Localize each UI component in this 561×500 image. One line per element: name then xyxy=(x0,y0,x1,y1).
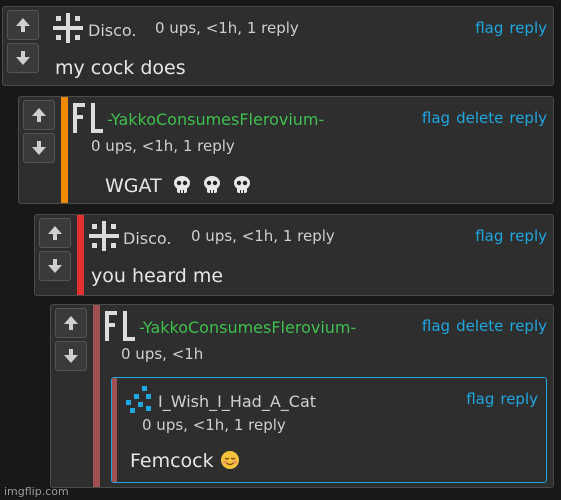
downvote-button[interactable] xyxy=(55,341,87,371)
username[interactable]: Disco. xyxy=(123,229,172,248)
reply-link[interactable]: reply xyxy=(509,317,547,335)
arrow-down-icon xyxy=(64,349,78,363)
avatar[interactable] xyxy=(126,386,154,418)
avatar[interactable] xyxy=(105,311,137,345)
upvote-button[interactable] xyxy=(23,100,55,130)
arrow-up-icon xyxy=(16,18,30,32)
vote-column xyxy=(3,7,43,85)
arrow-up-icon xyxy=(48,226,62,240)
comment-text: Femcock xyxy=(130,450,214,472)
thread-stripe xyxy=(77,215,84,295)
comment-text: you heard me xyxy=(91,265,224,287)
skull-icon xyxy=(233,176,250,193)
flag-link[interactable]: flag xyxy=(475,19,503,37)
comment-5: I_Wish_I_Had_A_Cat flag reply 0 ups, <1h,… xyxy=(111,377,547,483)
flag-link[interactable]: flag xyxy=(466,390,494,408)
comment-4: -YakkoConsumesFlerovium- flag delete reply… xyxy=(50,304,554,488)
comment-actions: flag delete reply xyxy=(416,109,547,127)
comment-2: -YakkoConsumesFlerovium- flag delete reply… xyxy=(18,96,554,204)
upvote-button[interactable] xyxy=(39,218,71,248)
upvote-button[interactable] xyxy=(7,10,39,40)
vote-column xyxy=(19,97,59,203)
downvote-button[interactable] xyxy=(23,133,55,163)
downvote-button[interactable] xyxy=(39,251,71,281)
comment-meta: 0 ups, <1h xyxy=(121,345,204,363)
flag-link[interactable]: flag xyxy=(422,317,450,335)
downvote-button[interactable] xyxy=(7,43,39,73)
comment-meta: 0 ups, <1h, 1 reply xyxy=(155,19,299,37)
delete-link[interactable]: delete xyxy=(456,317,503,335)
username[interactable]: -YakkoConsumesFlerovium- xyxy=(107,110,324,129)
reply-link[interactable]: reply xyxy=(509,19,547,37)
avatar[interactable] xyxy=(73,103,105,137)
username[interactable]: -YakkoConsumesFlerovium- xyxy=(139,318,356,337)
flag-link[interactable]: flag xyxy=(475,227,503,245)
arrow-up-icon xyxy=(64,316,78,330)
avatar[interactable] xyxy=(53,13,83,47)
comment-meta: 0 ups, <1h, 1 reply xyxy=(191,227,335,245)
reply-link[interactable]: reply xyxy=(509,109,547,127)
comment-actions: flag delete reply xyxy=(416,317,547,335)
comment-1: Disco. 0 ups, <1h, 1 reply flag reply my … xyxy=(2,6,554,86)
thread-stripe xyxy=(112,378,117,482)
username[interactable]: Disco. xyxy=(88,21,137,40)
flag-link[interactable]: flag xyxy=(422,109,450,127)
comment-actions: flag reply xyxy=(469,227,547,245)
comment-text-row: Femcock xyxy=(130,450,240,472)
comment-text-row: WGAT xyxy=(105,175,252,197)
arrow-up-icon xyxy=(32,108,46,122)
comment-3: Disco. 0 ups, <1h, 1 reply flag reply you… xyxy=(34,214,554,296)
comment-text: my cock does xyxy=(55,57,186,79)
thread-stripe xyxy=(61,97,68,203)
comment-meta: 0 ups, <1h, 1 reply xyxy=(91,137,235,155)
reply-link[interactable]: reply xyxy=(509,227,547,245)
delete-link[interactable]: delete xyxy=(456,109,503,127)
skull-icon xyxy=(203,176,220,193)
arrow-down-icon xyxy=(32,141,46,155)
vote-column xyxy=(51,305,91,487)
comment-text: WGAT xyxy=(105,175,162,197)
avatar[interactable] xyxy=(89,221,119,255)
comment-meta: 0 ups, <1h, 1 reply xyxy=(142,416,286,434)
comment-actions: flag reply xyxy=(460,390,538,408)
arrow-down-icon xyxy=(48,259,62,273)
comment-actions: flag reply xyxy=(469,19,547,37)
watermark: imgflip.com xyxy=(4,485,69,498)
relieved-face-icon xyxy=(220,451,239,469)
thread-stripe xyxy=(93,305,100,487)
vote-column xyxy=(35,215,75,295)
skull-icon xyxy=(173,176,190,193)
username[interactable]: I_Wish_I_Had_A_Cat xyxy=(158,392,316,411)
reply-link[interactable]: reply xyxy=(500,390,538,408)
arrow-down-icon xyxy=(16,51,30,65)
upvote-button[interactable] xyxy=(55,308,87,338)
